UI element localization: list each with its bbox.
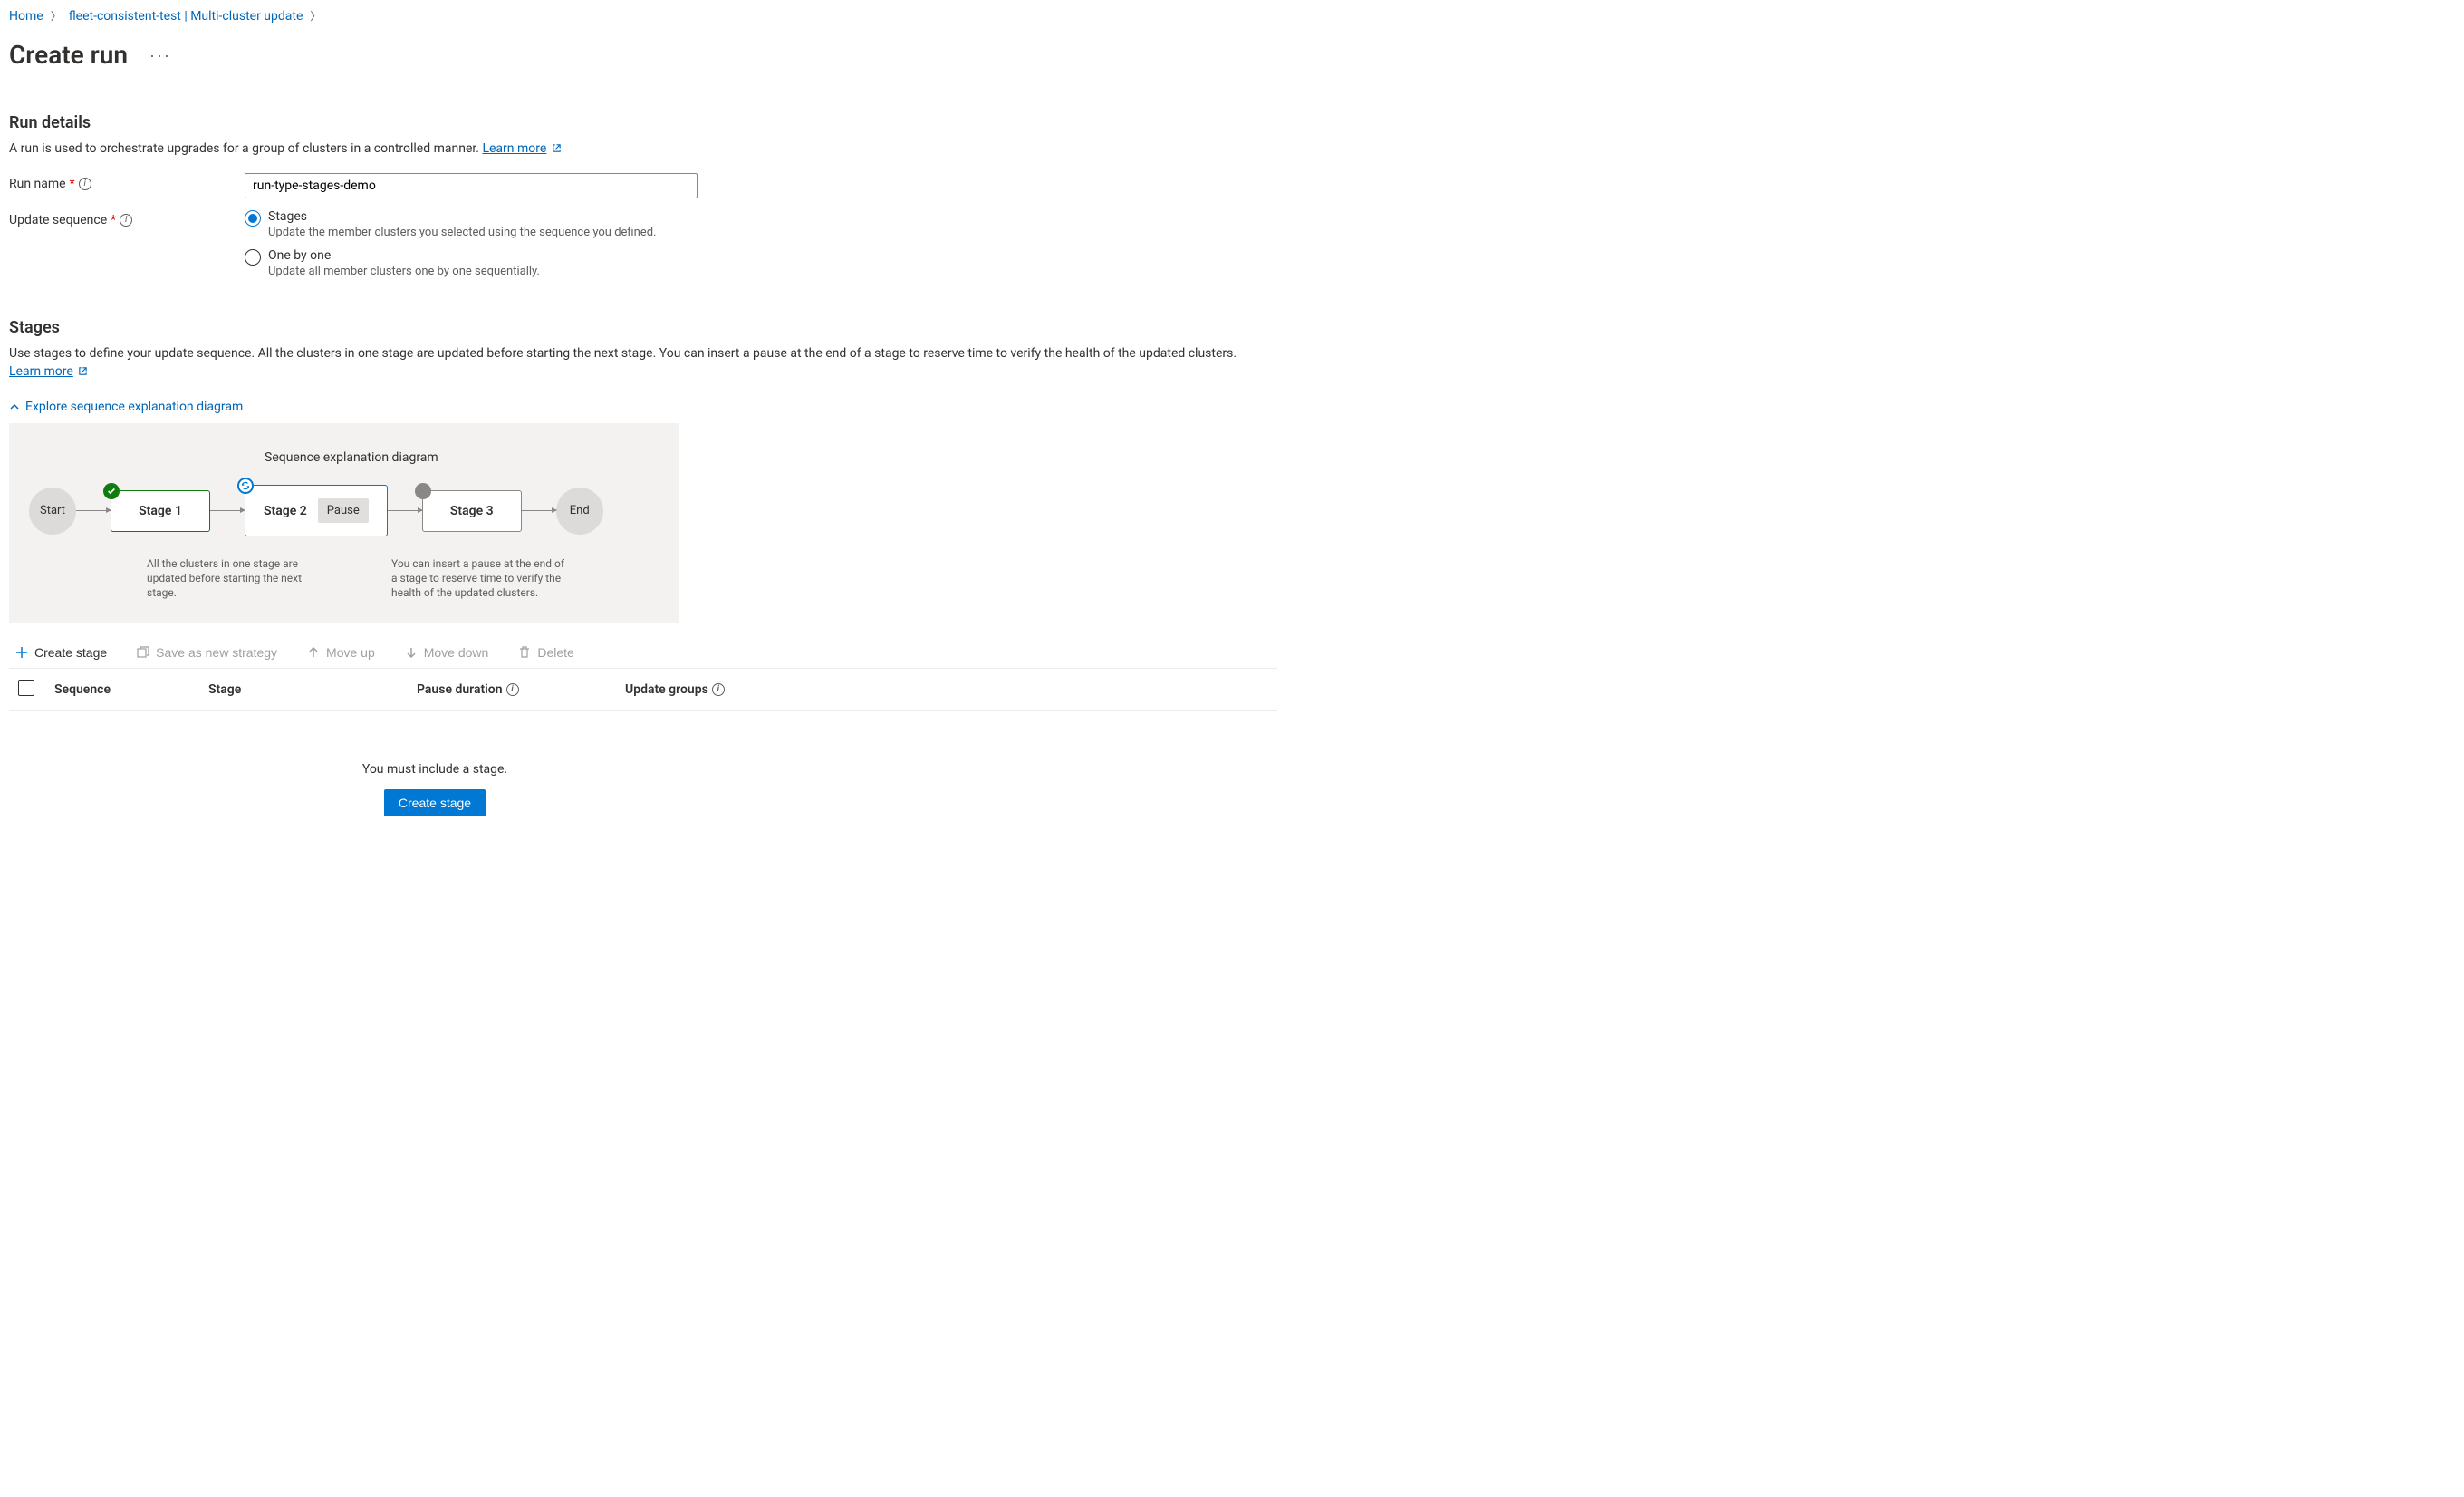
- stages-desc: Use stages to define your update sequenc…: [9, 346, 1277, 380]
- arrow-icon: [210, 510, 245, 511]
- diagram-title: Sequence explanation diagram: [265, 450, 659, 465]
- radio-icon: [245, 249, 261, 266]
- run-details-section: Run details A run is used to orchestrate…: [9, 113, 1277, 287]
- stages-learn-more-link[interactable]: Learn more: [9, 364, 88, 380]
- run-name-input[interactable]: [245, 173, 698, 198]
- stages-title: Stages: [9, 318, 1277, 337]
- breadcrumb-fleet[interactable]: fleet-consistent-test | Multi-cluster up…: [69, 7, 303, 25]
- save-copy-icon: [136, 645, 150, 660]
- radio-stages-label: Stages: [268, 209, 656, 224]
- stages-table: Sequence Stage Pause duration i Update g…: [9, 668, 1277, 711]
- external-link-icon: [78, 365, 88, 380]
- plus-icon: [14, 645, 29, 660]
- empty-state: You must include a stage. Create stage: [9, 762, 861, 816]
- stages-toolbar: Create stage Save as new strategy Move u…: [9, 644, 1277, 668]
- diagram-caption-stage: All the clusters in one stage are update…: [147, 556, 328, 601]
- delete-button[interactable]: Delete: [512, 644, 579, 661]
- arrow-icon: [388, 510, 422, 511]
- stages-section: Stages Use stages to define your update …: [9, 318, 1277, 816]
- pending-icon: [415, 483, 431, 499]
- diagram-stage1-node: Stage 1: [111, 490, 210, 532]
- radio-icon: [245, 210, 261, 227]
- radio-onebyone-desc: Update all member clusters one by one se…: [268, 265, 540, 278]
- diagram-end-node: End: [556, 488, 603, 535]
- info-icon[interactable]: i: [506, 683, 519, 696]
- page-title: Create run: [9, 40, 128, 70]
- breadcrumb: Home 〉 fleet-consistent-test | Multi-clu…: [9, 7, 2455, 25]
- column-stage[interactable]: Stage: [208, 682, 417, 697]
- run-details-desc: A run is used to orchestrate upgrades fo…: [9, 141, 1277, 157]
- column-update-groups[interactable]: Update groups i: [625, 682, 725, 697]
- run-details-title: Run details: [9, 113, 1277, 132]
- move-down-button[interactable]: Move down: [399, 644, 495, 661]
- info-icon[interactable]: i: [79, 178, 91, 190]
- run-name-label: Run name * i: [9, 173, 245, 191]
- required-indicator: *: [70, 177, 75, 191]
- update-sequence-onebyone-radio[interactable]: One by one Update all member clusters on…: [245, 248, 698, 278]
- column-pause-duration[interactable]: Pause duration i: [417, 682, 625, 697]
- arrow-icon: [76, 510, 111, 511]
- sequence-diagram-panel: Sequence explanation diagram Start Stage…: [9, 423, 679, 623]
- checkmark-icon: [103, 483, 120, 499]
- info-icon[interactable]: i: [120, 214, 132, 227]
- required-indicator: *: [111, 213, 116, 227]
- diagram-stage3-node: Stage 3: [422, 490, 522, 532]
- chevron-right-icon: 〉: [51, 7, 62, 25]
- select-all-checkbox[interactable]: [18, 680, 34, 696]
- radio-onebyone-label: One by one: [268, 248, 540, 263]
- arrow-icon: [522, 510, 556, 511]
- diagram-caption-pause: You can insert a pause at the end of a s…: [391, 556, 573, 601]
- arrow-up-icon: [306, 645, 321, 660]
- empty-message: You must include a stage.: [9, 762, 861, 777]
- external-link-icon: [552, 142, 562, 157]
- create-stage-button[interactable]: Create stage: [9, 644, 112, 661]
- explore-diagram-toggle[interactable]: Explore sequence explanation diagram: [9, 400, 243, 414]
- update-sequence-stages-radio[interactable]: Stages Update the member clusters you se…: [245, 209, 698, 239]
- radio-stages-desc: Update the member clusters you selected …: [268, 226, 656, 239]
- trash-icon: [517, 645, 532, 660]
- update-sequence-label: Update sequence * i: [9, 209, 245, 227]
- diagram-start-node: Start: [29, 488, 76, 535]
- breadcrumb-home[interactable]: Home: [9, 7, 43, 25]
- move-up-button[interactable]: Move up: [301, 644, 380, 661]
- arrow-down-icon: [404, 645, 419, 660]
- diagram-stage2-node: Stage 2 Pause: [245, 485, 388, 536]
- info-icon[interactable]: i: [712, 683, 725, 696]
- run-details-learn-more-link[interactable]: Learn more: [482, 141, 561, 156]
- more-actions-button[interactable]: ···: [144, 43, 177, 67]
- column-sequence[interactable]: Sequence: [54, 682, 208, 697]
- diagram-pause-chip: Pause: [318, 498, 369, 523]
- create-stage-primary-button[interactable]: Create stage: [384, 789, 486, 816]
- sync-icon: [237, 478, 254, 494]
- save-as-new-strategy-button[interactable]: Save as new strategy: [130, 644, 283, 661]
- chevron-right-icon: 〉: [310, 7, 321, 25]
- chevron-up-icon: [9, 401, 20, 412]
